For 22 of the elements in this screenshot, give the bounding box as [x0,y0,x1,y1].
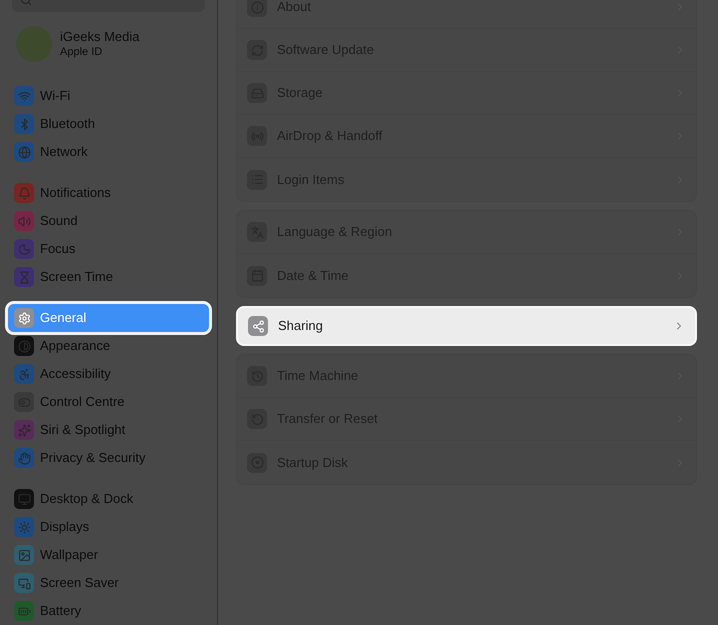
sidebar-item[interactable]: Siri & Spotlight [8,416,209,444]
sidebar-item[interactable]: Screen Saver [8,569,209,597]
sidebar-item[interactable]: Displays [8,513,209,541]
sidebar-item[interactable]: Accessibility [8,360,209,388]
sidebar-item[interactable]: Sound [8,207,209,235]
sidebar-item[interactable]: Notifications [8,179,209,207]
sidebar-item[interactable]: Focus [8,235,209,263]
sidebar-item[interactable]: Battery [8,597,209,625]
sidebar-item[interactable]: Wallpaper [8,541,209,569]
sidebar-item[interactable]: Screen Time [8,263,209,291]
settings-row[interactable]: Sharing [236,306,697,346]
profile-subtitle: Apple ID [60,45,104,59]
sidebar-item[interactable]: Privacy & Security [8,444,209,472]
sidebar-item[interactable]: Wi-Fi [8,82,209,110]
sidebar-item[interactable]: Bluetooth [8,110,209,138]
profile-name: iGeeks Media [60,29,140,45]
sidebar-item[interactable]: Network [8,138,209,166]
sidebar-item[interactable]: General [8,304,209,332]
sidebar-item[interactable]: Desktop & Dock [8,485,209,513]
avatar-placeholder [16,26,52,62]
sidebar-item[interactable]: Control Centre [8,388,209,416]
sidebar-item[interactable]: Appearance [8,332,209,360]
